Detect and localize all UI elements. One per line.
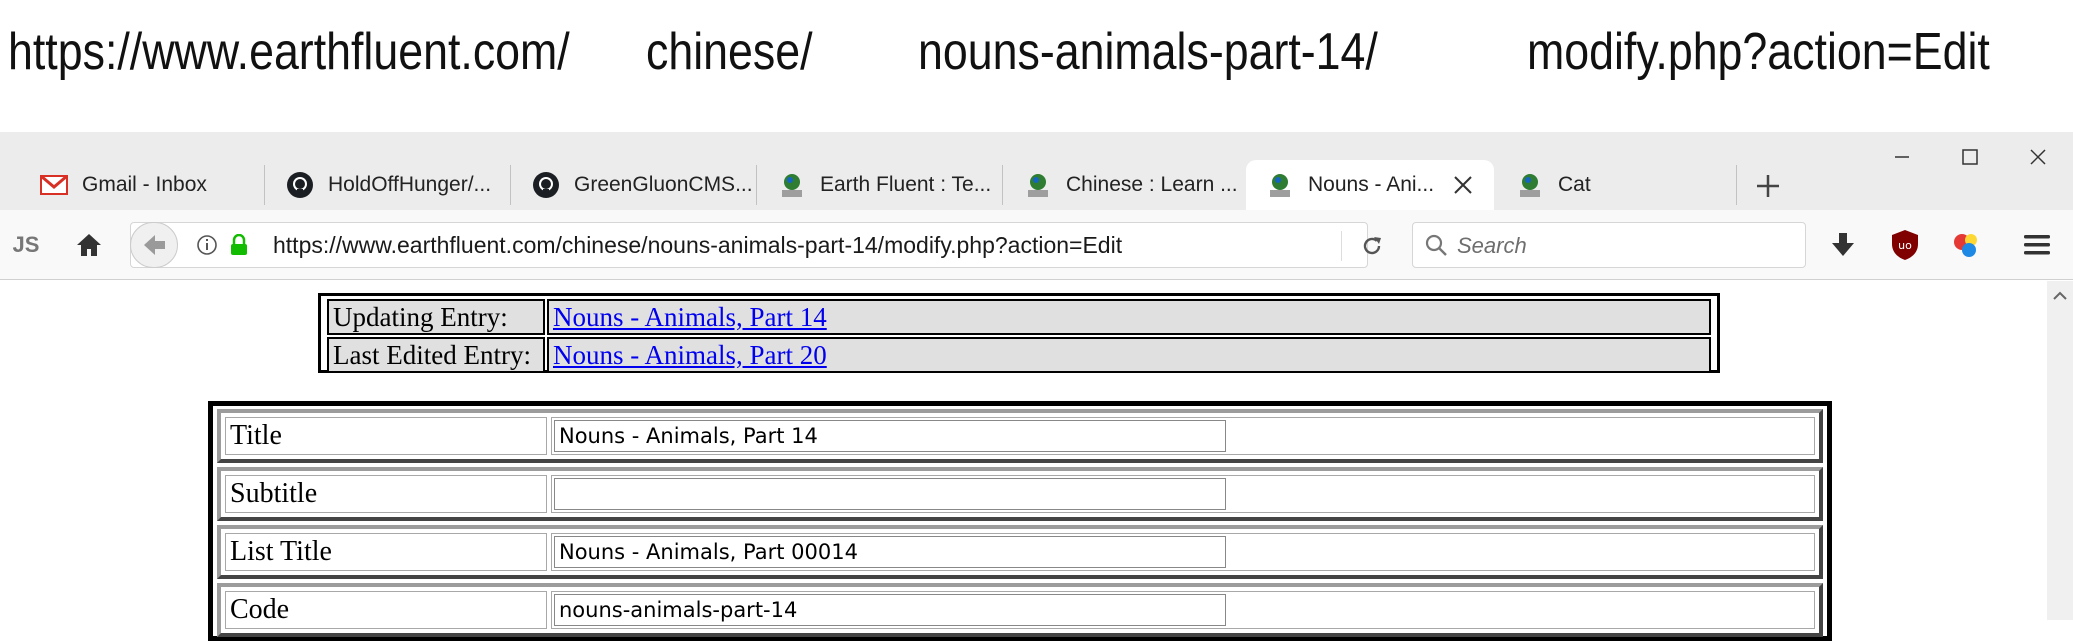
- tab-label: GreenGluonCMS...: [574, 173, 752, 196]
- tab-separator: [510, 165, 511, 205]
- title-label: Title: [225, 417, 547, 455]
- updating-entry-row: Updating Entry: Nouns - Animals, Part 14: [327, 299, 1711, 335]
- search-input[interactable]: Search: [1457, 233, 1527, 259]
- updating-entry-label: Updating Entry:: [327, 299, 545, 335]
- form-row-title: Title Nouns - Animals, Part 14: [217, 409, 1823, 463]
- tab-earth-fluent[interactable]: Earth Fluent : Te...: [758, 160, 998, 210]
- list-title-label: List Title: [225, 533, 547, 571]
- code-value-cell: nouns-animals-part-14: [551, 591, 1815, 629]
- extension-button[interactable]: [1948, 227, 1984, 263]
- entry-info-table: Updating Entry: Nouns - Animals, Part 14…: [318, 293, 1720, 373]
- url-segment-script: modify.php?action=Edit: [1527, 23, 1990, 81]
- list-title-input[interactable]: Nouns - Animals, Part 00014: [554, 536, 1226, 568]
- list-title-value-cell: Nouns - Animals, Part 00014: [551, 533, 1815, 571]
- hamburger-menu-icon: [2024, 235, 2050, 255]
- scroll-up-arrow-icon[interactable]: [2051, 287, 2069, 305]
- earth-icon: [1266, 171, 1294, 199]
- form-row-subtitle: Subtitle: [217, 467, 1823, 521]
- subtitle-label: Subtitle: [225, 475, 547, 513]
- close-tab-button[interactable]: [1450, 172, 1476, 198]
- plus-icon: [1757, 175, 1779, 197]
- github-icon: [286, 171, 314, 199]
- title-value-cell: Nouns - Animals, Part 14: [551, 417, 1815, 455]
- tab-gmail[interactable]: Gmail - Inbox: [20, 160, 260, 210]
- tab-separator: [264, 165, 265, 205]
- tab-label: Chinese : Learn ...: [1066, 173, 1238, 196]
- colorful-circles-icon: [1954, 234, 1977, 257]
- subtitle-value-cell: [551, 475, 1815, 513]
- tab-github-holdoffhunger[interactable]: HoldOffHunger/...: [266, 160, 506, 210]
- home-icon: [77, 234, 101, 256]
- edit-form-table: Title Nouns - Animals, Part 14 Subtitle …: [208, 401, 1832, 641]
- code-input[interactable]: nouns-animals-part-14: [554, 594, 1226, 626]
- ublock-shield-icon: uo: [1892, 230, 1918, 260]
- svg-text:uo: uo: [1898, 239, 1912, 252]
- tab-separator: [1736, 165, 1737, 205]
- tab-label: Earth Fluent : Te...: [820, 173, 992, 196]
- last-edited-entry-label: Last Edited Entry:: [327, 337, 545, 373]
- back-button[interactable]: [130, 222, 178, 268]
- url-segment-language: chinese/: [646, 23, 813, 81]
- tab-nouns-animals[interactable]: Nouns - Ani...: [1246, 160, 1494, 210]
- updating-entry-link[interactable]: Nouns - Animals, Part 14: [553, 302, 827, 332]
- tab-label: Nouns - Ani...: [1308, 173, 1435, 196]
- last-edited-entry-link[interactable]: Nouns - Animals, Part 20: [553, 340, 827, 370]
- tab-chinese[interactable]: Chinese : Learn ...: [1004, 160, 1244, 210]
- earth-icon: [1516, 171, 1544, 199]
- js-toggle-button[interactable]: JS: [8, 230, 44, 260]
- downloads-button[interactable]: [1826, 228, 1860, 262]
- lock-icon[interactable]: [227, 233, 251, 257]
- ublock-origin-button[interactable]: uo: [1887, 227, 1923, 263]
- vertical-scrollbar[interactable]: [2047, 281, 2073, 620]
- url-segment-domain: https://www.earthfluent.com/: [8, 23, 570, 81]
- url-segment-page: nouns-animals-part-14/: [918, 23, 1378, 81]
- last-edited-entry-value: Nouns - Animals, Part 20: [547, 337, 1711, 373]
- tab-label: Gmail - Inbox: [82, 173, 207, 196]
- url-text[interactable]: https://www.earthfluent.com/chinese/noun…: [273, 232, 1122, 259]
- form-row-code: Code nouns-animals-part-14: [217, 583, 1823, 637]
- tab-separator: [1002, 165, 1003, 205]
- info-icon[interactable]: [195, 233, 219, 257]
- earth-icon: [1024, 171, 1052, 199]
- updating-entry-value: Nouns - Animals, Part 14: [547, 299, 1711, 335]
- reload-icon: [1363, 237, 1381, 255]
- url-bar-divider: [1341, 231, 1342, 261]
- url-annotation-banner: https://www.earthfluent.com/ chinese/ no…: [0, 0, 2073, 132]
- tab-github-greengluoncms[interactable]: GreenGluonCMS...: [512, 160, 752, 210]
- code-label: Code: [225, 591, 547, 629]
- tab-label: Cat: [1558, 173, 1591, 196]
- url-bar[interactable]: https://www.earthfluent.com/chinese/noun…: [130, 222, 1381, 268]
- reload-button[interactable]: [1357, 231, 1387, 261]
- search-bar[interactable]: Search: [1412, 222, 1806, 268]
- earth-icon: [778, 171, 806, 199]
- navigation-bar: JS https://www.earthfluent.com/chinese/n…: [0, 210, 2073, 280]
- page-content: Updating Entry: Nouns - Animals, Part 14…: [0, 281, 2073, 641]
- gmail-icon: [40, 171, 68, 199]
- menu-button[interactable]: [2020, 228, 2054, 262]
- tab-separator: [756, 165, 757, 205]
- tab-label: HoldOffHunger/...: [328, 173, 492, 196]
- new-tab-button[interactable]: [1748, 166, 1788, 206]
- home-button[interactable]: [72, 228, 106, 262]
- search-icon: [1423, 232, 1449, 258]
- form-row-list-title: List Title Nouns - Animals, Part 00014: [217, 525, 1823, 579]
- tab-cat[interactable]: Cat: [1496, 160, 1736, 210]
- close-icon: [1454, 176, 1472, 194]
- github-icon: [532, 171, 560, 199]
- back-arrow-icon: [144, 235, 165, 255]
- title-input[interactable]: Nouns - Animals, Part 14: [554, 420, 1226, 452]
- last-edited-entry-row: Last Edited Entry: Nouns - Animals, Part…: [327, 337, 1711, 373]
- subtitle-input[interactable]: [554, 478, 1226, 510]
- download-arrow-icon: [1832, 233, 1854, 256]
